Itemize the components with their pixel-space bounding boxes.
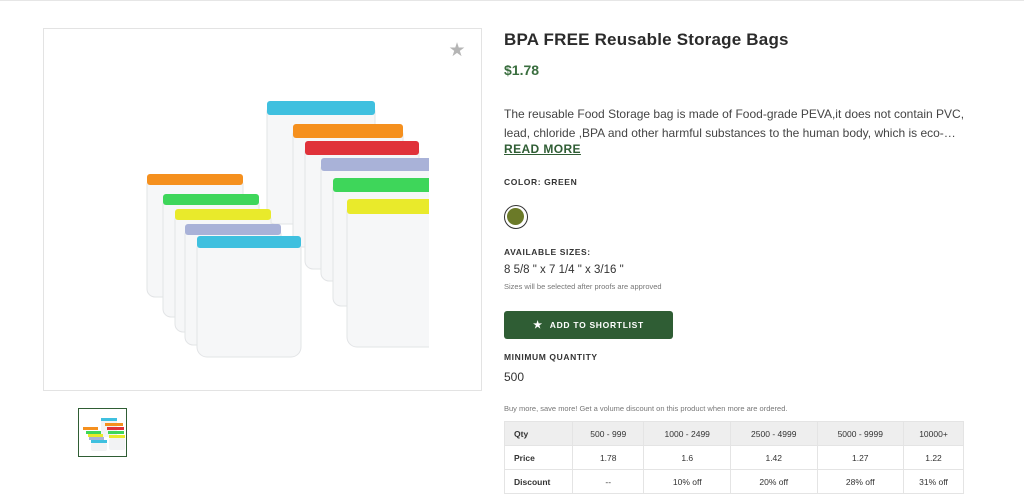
product-price: $1.78 [504,62,540,78]
thumbnail-image [83,418,125,451]
color-label: COLOR: GREEN [504,177,578,187]
row-label: Qty [504,421,573,446]
table-cell: 500 - 999 [571,421,645,446]
size-note: Sizes will be selected after proofs are … [504,282,662,291]
product-description: The reusable Food Storage bag is made of… [504,107,965,140]
product-title: BPA FREE Reusable Storage Bags [504,30,789,49]
table-cell: 1000 - 2499 [643,421,731,446]
star-icon: ★ [533,319,543,331]
table-row: Discount -- 10% off 20% off 28% off 31% … [504,469,964,494]
swatch-fill [507,208,524,225]
table-cell: 1.27 [816,445,905,470]
color-swatch-green[interactable] [504,205,528,229]
product-thumbnail[interactable] [78,408,127,457]
favorite-star-icon[interactable]: ★ [447,41,467,61]
table-cell: 1.78 [571,445,645,470]
table-cell: 5000 - 9999 [816,421,905,446]
minimum-quantity-value: 500 [504,370,525,384]
table-cell: 28% off [816,469,905,494]
table-cell: 1.6 [643,445,731,470]
volume-pricing-table: Qty 500 - 999 1000 - 2499 2500 - 4999 50… [504,421,964,494]
table-cell: 10000+ [903,421,964,446]
size-value: 8 5/8 " x 7 1/4 " x 3/16 " [504,264,624,276]
table-cell: 10% off [643,469,731,494]
storage-bags-photo [146,101,429,358]
table-row: Price 1.78 1.6 1.42 1.27 1.22 [504,445,964,470]
shortlist-label: ADD TO SHORTLIST [549,320,644,330]
row-label: Price [504,445,573,470]
read-more-link[interactable]: READ MORE [504,142,581,156]
table-cell: 1.42 [729,445,818,470]
row-label: Discount [504,469,573,494]
table-cell: 1.22 [903,445,964,470]
table-row: Qty 500 - 999 1000 - 2499 2500 - 4999 50… [504,421,964,446]
top-divider [0,0,1024,1]
table-cell: -- [571,469,645,494]
table-cell: 31% off [903,469,964,494]
sizes-label: AVAILABLE SIZES: [504,247,591,257]
volume-discount-note: Buy more, save more! Get a volume discou… [504,404,788,413]
table-cell: 20% off [729,469,818,494]
product-image: ★ [43,28,482,391]
minimum-quantity-label: MINIMUM QUANTITY [504,352,598,362]
add-to-shortlist-button[interactable]: ★ ADD TO SHORTLIST [504,311,673,339]
table-cell: 2500 - 4999 [729,421,818,446]
